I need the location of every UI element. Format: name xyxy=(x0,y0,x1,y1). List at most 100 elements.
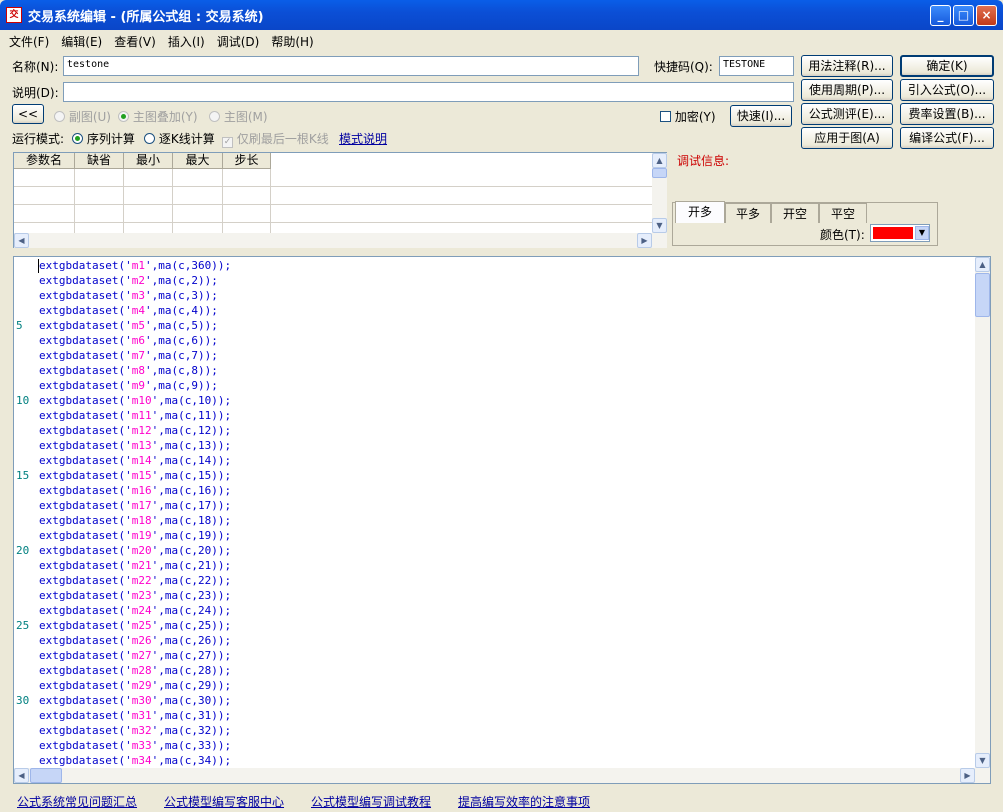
param-grid[interactable]: 参数名 缺省 最小 最大 步长 ▲ ▼ ◀ ▶ xyxy=(13,152,667,248)
code-line[interactable]: extgbdataset('m12',ma(c,12)); xyxy=(14,424,974,439)
color-select[interactable]: ▼ xyxy=(870,224,930,242)
editor-hscroll-thumb[interactable] xyxy=(30,768,62,783)
footer-link-efficiency[interactable]: 提高编写效率的注意事项 xyxy=(458,793,590,810)
code-line[interactable]: extgbdataset('m13',ma(c,13)); xyxy=(14,439,974,454)
name-input[interactable]: testone xyxy=(63,56,639,76)
tab-open-short[interactable]: 开空 xyxy=(771,203,819,223)
use-period-button[interactable]: 使用周期(P)... xyxy=(801,79,893,101)
editor-vscroll[interactable]: ▲ ▼ xyxy=(975,257,990,768)
code-line[interactable]: extgbdataset('m33',ma(c,33)); xyxy=(14,739,974,754)
code-line[interactable]: extgbdataset('m11',ma(c,11)); xyxy=(14,409,974,424)
param-grid-hscroll[interactable]: ◀ ▶ xyxy=(14,233,667,248)
scroll-left-icon[interactable]: ◀ xyxy=(14,233,29,248)
code-line[interactable]: 25 extgbdataset('m25',ma(c,25)); xyxy=(14,619,974,634)
code-line[interactable]: extgbdataset('m27',ma(c,27)); xyxy=(14,649,974,664)
footer-link-support[interactable]: 公式模型编写客服中心 xyxy=(164,793,284,810)
menu-file[interactable]: 文件(F) xyxy=(3,30,55,50)
radio-seq-calc[interactable]: 序列计算 xyxy=(72,130,135,147)
code-line[interactable]: extgbdataset('m4',ma(c,4)); xyxy=(14,304,974,319)
editor-hscroll[interactable]: ◀ ▶ xyxy=(14,768,990,783)
code-line[interactable]: extgbdataset('m29',ma(c,29)); xyxy=(14,679,974,694)
code-line[interactable]: extgbdataset('m7',ma(c,7)); xyxy=(14,349,974,364)
code-line[interactable]: 30 extgbdataset('m30',ma(c,30)); xyxy=(14,694,974,709)
scroll-right-icon[interactable]: ▶ xyxy=(960,768,975,783)
param-row[interactable] xyxy=(14,205,652,223)
code-line[interactable]: extgbdataset('m3',ma(c,3)); xyxy=(14,289,974,304)
usage-notes-button[interactable]: 用法注释(R)... xyxy=(801,55,893,77)
code-line[interactable]: extgbdataset('m19',ma(c,19)); xyxy=(14,529,974,544)
minimize-button[interactable]: _ xyxy=(930,5,951,26)
param-row[interactable] xyxy=(14,169,652,187)
encrypt-checkbox[interactable]: 加密(Y) xyxy=(660,108,716,125)
tab-close-short[interactable]: 平空 xyxy=(819,203,867,223)
radio-main[interactable]: 主图(M) xyxy=(209,108,268,125)
code-line[interactable]: extgbdataset('m22',ma(c,22)); xyxy=(14,574,974,589)
code-line[interactable]: extgbdataset('m2',ma(c,2)); xyxy=(14,274,974,289)
code-line[interactable]: extgbdataset('m9',ma(c,9)); xyxy=(14,379,974,394)
menu-debug[interactable]: 调试(D) xyxy=(211,30,266,50)
menu-view[interactable]: 查看(V) xyxy=(108,30,162,50)
radio-seq-label: 序列计算 xyxy=(86,132,135,146)
formula-eval-button[interactable]: 公式测评(E)... xyxy=(801,103,893,125)
col-default[interactable]: 缺省 xyxy=(75,153,124,169)
collapse-button[interactable]: << xyxy=(12,104,44,124)
code-line[interactable]: extgbdataset('m34',ma(c,34)); xyxy=(14,754,974,769)
col-step[interactable]: 步长 xyxy=(223,153,271,169)
code-line[interactable]: 5 extgbdataset('m5',ma(c,5)); xyxy=(14,319,974,334)
code-line[interactable]: extgbdataset('m17',ma(c,17)); xyxy=(14,499,974,514)
chevron-down-icon[interactable]: ▼ xyxy=(915,226,929,240)
fast-button[interactable]: 快速(I)... xyxy=(730,105,792,127)
menu-edit[interactable]: 编辑(E) xyxy=(55,30,108,50)
col-min[interactable]: 最小 xyxy=(124,153,173,169)
radio-kline-calc[interactable]: 逐K线计算 xyxy=(144,130,215,147)
code-line[interactable]: extgbdataset('m32',ma(c,32)); xyxy=(14,724,974,739)
compile-formula-button[interactable]: 编译公式(F)... xyxy=(900,127,994,149)
footer-link-tutorial[interactable]: 公式模型编写调试教程 xyxy=(311,793,431,810)
apply-to-chart-button[interactable]: 应用于图(A) xyxy=(801,127,893,149)
shortcut-input[interactable]: TESTONE xyxy=(719,56,794,76)
code-line[interactable]: extgbdataset('m31',ma(c,31)); xyxy=(14,709,974,724)
desc-input[interactable] xyxy=(63,82,794,102)
menu-help[interactable]: 帮助(H) xyxy=(265,30,319,50)
tab-close-long[interactable]: 平多 xyxy=(725,203,771,223)
code-line[interactable]: extgbdataset('m16',ma(c,16)); xyxy=(14,484,974,499)
editor-vscroll-thumb[interactable] xyxy=(975,273,990,317)
col-max[interactable]: 最大 xyxy=(173,153,223,169)
col-param-name[interactable]: 参数名 xyxy=(14,153,75,169)
code-line[interactable]: extgbdataset('m26',ma(c,26)); xyxy=(14,634,974,649)
code-line[interactable]: extgbdataset('m1',ma(c,360)); xyxy=(14,259,974,274)
scroll-up-icon[interactable]: ▲ xyxy=(975,257,990,272)
footer-link-faq[interactable]: 公式系统常见问题汇总 xyxy=(17,793,137,810)
scroll-up-icon[interactable]: ▲ xyxy=(652,153,667,168)
code-line[interactable]: extgbdataset('m23',ma(c,23)); xyxy=(14,589,974,604)
last-kline-checkbox[interactable]: ✓ 仅刷最后一根K线 xyxy=(222,130,329,148)
code-line[interactable]: extgbdataset('m18',ma(c,18)); xyxy=(14,514,974,529)
scroll-down-icon[interactable]: ▼ xyxy=(652,218,667,233)
code-line[interactable]: 10 extgbdataset('m10',ma(c,10)); xyxy=(14,394,974,409)
code-line[interactable]: extgbdataset('m8',ma(c,8)); xyxy=(14,364,974,379)
import-formula-button[interactable]: 引入公式(O)... xyxy=(900,79,994,101)
fee-settings-button[interactable]: 费率设置(B)... xyxy=(900,103,994,125)
close-button[interactable]: × xyxy=(976,5,997,26)
code-line[interactable]: extgbdataset('m6',ma(c,6)); xyxy=(14,334,974,349)
code-line[interactable]: 15 extgbdataset('m15',ma(c,15)); xyxy=(14,469,974,484)
radio-main-overlay[interactable]: 主图叠加(Y) xyxy=(118,108,198,125)
param-row[interactable] xyxy=(14,187,652,205)
code-editor[interactable]: extgbdataset('m1',ma(c,360)); extgbdatase… xyxy=(13,256,991,784)
ok-button[interactable]: 确定(K) xyxy=(900,55,994,77)
tab-open-long[interactable]: 开多 xyxy=(675,201,725,223)
param-vscroll-thumb[interactable] xyxy=(652,168,667,178)
param-grid-vscroll[interactable]: ▲ ▼ xyxy=(652,153,667,233)
code-line[interactable]: 20 extgbdataset('m20',ma(c,20)); xyxy=(14,544,974,559)
scroll-left-icon[interactable]: ◀ xyxy=(14,768,29,783)
maximize-button[interactable]: □ xyxy=(953,5,974,26)
mode-help-link[interactable]: 模式说明 xyxy=(339,132,387,146)
code-line[interactable]: extgbdataset('m28',ma(c,28)); xyxy=(14,664,974,679)
code-line[interactable]: extgbdataset('m21',ma(c,21)); xyxy=(14,559,974,574)
code-line[interactable]: extgbdataset('m24',ma(c,24)); xyxy=(14,604,974,619)
menu-insert[interactable]: 插入(I) xyxy=(162,30,211,50)
scroll-right-icon[interactable]: ▶ xyxy=(637,233,652,248)
code-line[interactable]: extgbdataset('m14',ma(c,14)); xyxy=(14,454,974,469)
radio-subchart[interactable]: 副图(U) xyxy=(54,108,111,125)
scroll-down-icon[interactable]: ▼ xyxy=(975,753,990,768)
